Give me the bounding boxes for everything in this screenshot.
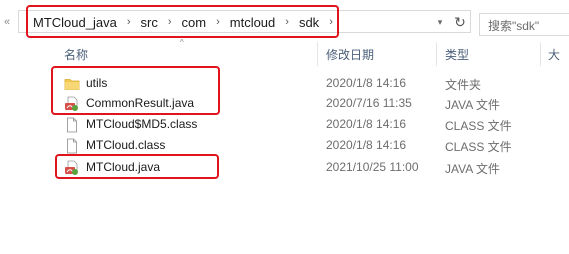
breadcrumb-item[interactable]: src [138,15,161,30]
breadcrumb-item[interactable]: com [179,15,210,30]
file-modified: 2020/1/8 14:16 [326,138,407,152]
breadcrumb-separator-icon[interactable]: › [278,16,296,28]
search-input[interactable]: 搜索"sdk" [479,13,569,36]
address-dropdown-icon[interactable]: ▾ [433,13,447,31]
sort-caret-icon: ^ [180,38,184,47]
file-row[interactable]: MTCloud.class 2020/1/8 14:16 CLASS 文件 [0,136,569,156]
file-modified: 2020/1/8 14:16 [326,117,407,131]
file-type: CLASS 文件 [445,119,512,133]
file-modified: 2020/1/8 14:16 [326,76,407,90]
file-type: 文件夹 [445,78,482,92]
breadcrumb-item[interactable]: mtcloud [227,15,279,30]
file-name: MTCloud.java [86,160,161,174]
class-file-icon [64,117,80,133]
column-divider[interactable] [436,42,437,66]
file-row[interactable]: MTCloud$MD5.class 2020/1/8 14:16 CLASS 文… [0,115,569,135]
breadcrumb-item[interactable]: sdk [296,15,322,30]
column-header-size[interactable]: 大 [548,46,560,63]
breadcrumb-item[interactable]: MTCloud_java [30,15,120,30]
file-modified: 2021/10/25 11:00 [326,160,419,174]
column-header-name[interactable]: 名称 [64,46,88,63]
file-type: JAVA 文件 [445,162,500,176]
column-header-row: ^ 名称 修改日期 类型 大 [0,38,569,66]
file-type: CLASS 文件 [445,140,512,154]
file-row[interactable]: CommonResult.java 2020/7/16 11:35 JAVA 文… [0,94,569,114]
file-modified: 2020/7/16 11:35 [326,96,412,110]
breadcrumb-separator-icon[interactable]: › [120,16,138,28]
column-header-type[interactable]: 类型 [445,46,469,63]
explorer-window: « MTCloud_java › src › com › mtcloud › s… [0,0,569,254]
file-row[interactable]: MTCloud.java 2021/10/25 11:00 JAVA 文件 [0,158,569,178]
breadcrumb-separator-icon[interactable]: › [209,16,227,28]
column-header-modified[interactable]: 修改日期 [326,46,374,63]
java-file-icon [64,160,80,176]
overflow-chevron-icon[interactable]: « [0,11,14,33]
java-file-icon [64,96,80,112]
breadcrumb: MTCloud_java › src › com › mtcloud › sdk… [30,12,340,32]
breadcrumb-separator-icon[interactable]: › [322,16,340,28]
refresh-icon[interactable]: ↻ [451,13,469,31]
file-name: utils [86,76,108,90]
column-divider[interactable] [317,42,318,66]
file-name: MTCloud$MD5.class [86,117,198,131]
file-row[interactable]: utils 2020/1/8 14:16 文件夹 [0,74,569,94]
folder-icon [64,76,80,92]
breadcrumb-separator-icon[interactable]: › [161,16,179,28]
class-file-icon [64,138,80,154]
file-type: JAVA 文件 [445,98,500,112]
address-bar-area: « MTCloud_java › src › com › mtcloud › s… [0,3,569,38]
search-placeholder: 搜索"sdk" [488,19,540,33]
file-name: CommonResult.java [86,96,195,110]
file-name: MTCloud.class [86,138,166,152]
column-divider[interactable] [540,42,541,66]
